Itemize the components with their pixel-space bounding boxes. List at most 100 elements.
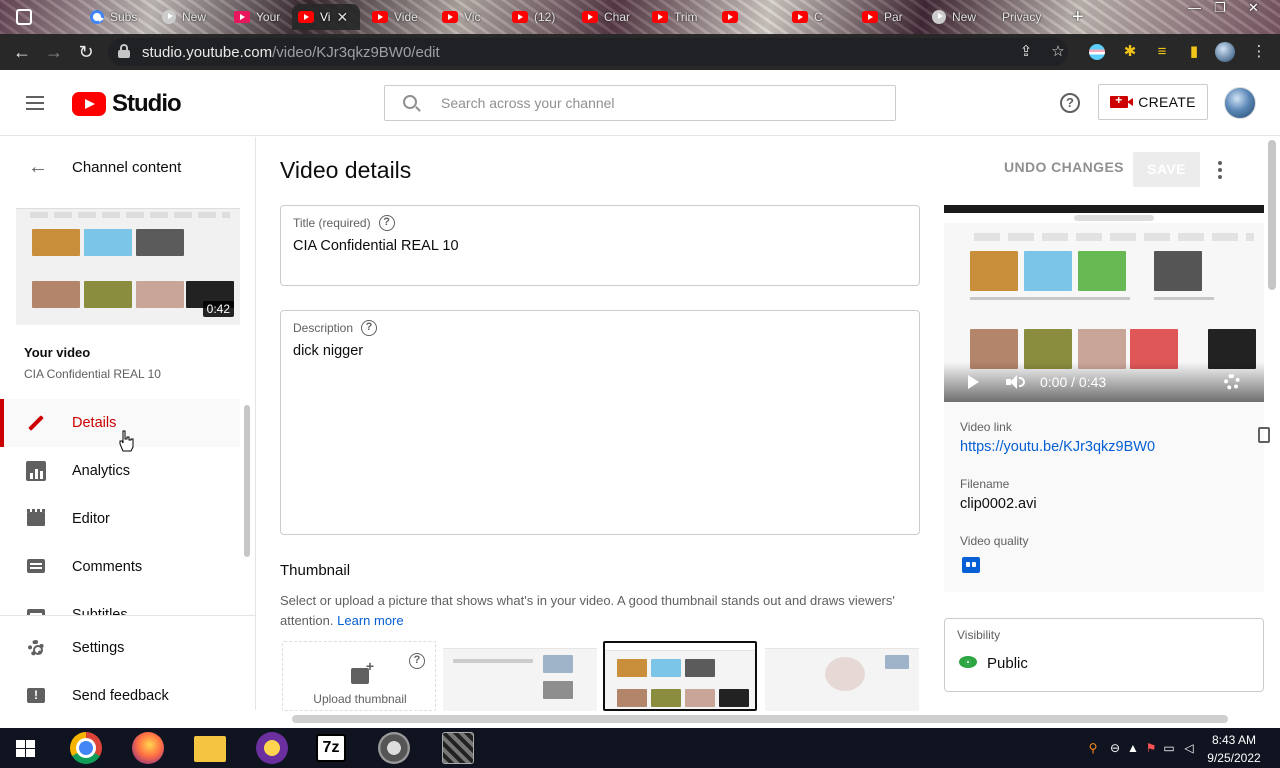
new-tab-button[interactable]: + bbox=[1072, 6, 1084, 29]
url-text[interactable]: studio.youtube.com/video/KJr3qkz9BW0/edi… bbox=[142, 44, 440, 61]
title-field[interactable]: Title (required) ? CIA Confidential REAL… bbox=[280, 205, 920, 286]
player-settings-icon[interactable] bbox=[1224, 374, 1240, 390]
minimize-button[interactable]: — bbox=[1188, 0, 1201, 18]
video-duration-badge: 0:42 bbox=[202, 301, 234, 317]
visibility-dropdown[interactable]: Visibility Public bbox=[944, 618, 1264, 692]
volume-tray-icon[interactable]: ◁ bbox=[1182, 741, 1196, 755]
page-title: Video details bbox=[280, 157, 412, 183]
vertical-scrollbar[interactable] bbox=[1268, 140, 1276, 290]
file-explorer-taskbar-icon[interactable] bbox=[194, 736, 226, 762]
title-field-label: Title (required) bbox=[293, 216, 371, 230]
browser-tab[interactable] bbox=[716, 4, 782, 30]
hamburger-menu-icon[interactable] bbox=[26, 96, 46, 110]
browser-tab[interactable]: C bbox=[786, 4, 852, 30]
7zip-taskbar-icon[interactable]: 7z bbox=[316, 734, 346, 762]
description-input[interactable]: dick nigger bbox=[293, 343, 363, 359]
copy-icon[interactable] bbox=[1258, 427, 1270, 443]
lock-icon[interactable] bbox=[118, 44, 130, 58]
display-tray-icon[interactable]: ▭ bbox=[1162, 741, 1176, 755]
network-tray-icon[interactable]: ▲ bbox=[1126, 741, 1140, 755]
firefox-taskbar-icon[interactable] bbox=[132, 732, 164, 764]
chrome-taskbar-icon[interactable] bbox=[70, 732, 102, 764]
help-circle-icon[interactable]: ? bbox=[378, 215, 395, 231]
play-icon[interactable] bbox=[968, 375, 979, 389]
browser-menu-icon[interactable] bbox=[16, 9, 32, 25]
thumbnail-option[interactable] bbox=[765, 641, 919, 711]
subtitles-icon bbox=[26, 607, 46, 615]
analytics-icon bbox=[26, 461, 46, 481]
browser-tab[interactable]: (12) bbox=[506, 4, 572, 30]
browser-tab[interactable]: Privacy bbox=[996, 4, 1066, 30]
clock-date[interactable]: 9/25/2022 bbox=[1200, 751, 1268, 765]
clock-time[interactable]: 8:43 AM bbox=[1200, 733, 1268, 747]
help-icon[interactable]: ? bbox=[1060, 93, 1080, 113]
horizontal-scrollbar[interactable] bbox=[292, 715, 1228, 723]
video-thumbnail-preview[interactable]: 0:42 bbox=[16, 199, 240, 325]
restore-button[interactable]: ❐ bbox=[1214, 0, 1226, 18]
browser-tab[interactable]: Subs bbox=[84, 4, 154, 30]
search-icon[interactable] bbox=[403, 95, 417, 109]
thumbnail-option-selected[interactable] bbox=[603, 641, 757, 711]
browser-tab[interactable]: Trim bbox=[646, 4, 714, 30]
browser-tab[interactable]: Vide bbox=[366, 4, 434, 30]
save-button[interactable]: SAVE bbox=[1133, 152, 1200, 187]
windows-start-icon[interactable] bbox=[16, 740, 36, 758]
create-button[interactable]: CREATE bbox=[1098, 84, 1208, 120]
channel-content-label[interactable]: Channel content bbox=[72, 159, 181, 176]
browser-tab[interactable]: Char bbox=[576, 4, 642, 30]
video-link[interactable]: https://youtu.be/KJr3qkz9BW0 bbox=[960, 439, 1155, 455]
help-circle-icon[interactable]: ? bbox=[409, 653, 425, 669]
forward-icon[interactable]: → bbox=[44, 42, 64, 62]
channel-search[interactable] bbox=[384, 85, 896, 121]
search-input[interactable] bbox=[441, 86, 881, 120]
sidebar-item-subtitles[interactable]: Subtitles bbox=[0, 591, 240, 615]
browser-profile-avatar[interactable] bbox=[1215, 42, 1235, 62]
help-circle-icon[interactable]: ? bbox=[361, 320, 378, 336]
close-tab-icon[interactable]: ✕ bbox=[336, 9, 348, 26]
learn-more-link[interactable]: Learn more bbox=[337, 613, 403, 628]
studio-logo[interactable]: Studio bbox=[72, 90, 182, 118]
thumbnail-option[interactable] bbox=[443, 641, 597, 711]
browser-tab[interactable]: Vic bbox=[436, 4, 502, 30]
search-tray-icon[interactable]: ⚲ bbox=[1086, 741, 1100, 755]
account-avatar[interactable] bbox=[1224, 87, 1256, 119]
extensions-puzzle-icon[interactable]: ✱ bbox=[1121, 44, 1139, 60]
youtube-icon bbox=[722, 11, 738, 23]
playlist-icon[interactable]: ≡ bbox=[1153, 44, 1171, 60]
sidebar-item-analytics[interactable]: Analytics bbox=[0, 447, 240, 495]
more-options-icon[interactable] bbox=[1216, 161, 1224, 179]
star-icon[interactable]: ☆ bbox=[1049, 44, 1067, 60]
browser-tab[interactable]: New bbox=[926, 4, 992, 30]
browser-tab[interactable]: Your bbox=[228, 4, 290, 30]
media-player-taskbar-icon[interactable] bbox=[378, 732, 410, 764]
trojan-app-taskbar-icon[interactable] bbox=[442, 732, 474, 764]
sidepanel-icon[interactable]: ▮ bbox=[1185, 44, 1203, 60]
close-window-button[interactable]: ✕ bbox=[1248, 0, 1259, 18]
share-icon[interactable]: ⇪ bbox=[1017, 44, 1035, 60]
description-field[interactable]: Description ? dick nigger bbox=[280, 310, 920, 535]
upload-thumbnail-button[interactable]: ? Upload thumbnail bbox=[282, 641, 436, 711]
browser-menu-kebab-icon[interactable]: ⋮ bbox=[1250, 44, 1268, 60]
player-controls: 0:00 / 0:43 bbox=[944, 362, 1264, 402]
video-info-panel: 0:00 / 0:43 Video link https://youtu.be/… bbox=[944, 205, 1270, 592]
back-icon[interactable]: ← bbox=[12, 42, 32, 62]
browser-tab-active[interactable]: Vi ✕ bbox=[292, 4, 360, 30]
volume-icon[interactable] bbox=[1006, 375, 1025, 389]
video-player[interactable]: 0:00 / 0:43 bbox=[944, 205, 1264, 402]
undo-changes-button[interactable]: UNDO CHANGES bbox=[1004, 159, 1124, 181]
reload-icon[interactable]: ↻ bbox=[76, 42, 96, 62]
sidebar-item-send-feedback[interactable]: ! Send feedback bbox=[0, 672, 240, 720]
tray-status-icon[interactable]: ⊖ bbox=[1108, 741, 1122, 755]
browser-tab[interactable]: New bbox=[156, 4, 226, 30]
action-center-alert-icon[interactable]: ⚑ bbox=[1144, 741, 1158, 755]
profile-flag-icon[interactable] bbox=[1089, 44, 1105, 60]
sidebar-scrollbar[interactable] bbox=[244, 405, 250, 557]
browser-tab[interactable]: Par bbox=[856, 4, 924, 30]
yahoo-messenger-taskbar-icon[interactable] bbox=[256, 732, 288, 764]
sidebar-item-settings[interactable]: Settings bbox=[0, 624, 240, 672]
arrow-back-icon[interactable]: ← bbox=[28, 157, 48, 177]
sidebar-item-editor[interactable]: Editor bbox=[0, 495, 240, 543]
title-input[interactable]: CIA Confidential REAL 10 bbox=[293, 238, 459, 254]
sidebar-item-comments[interactable]: Comments bbox=[0, 543, 240, 591]
channel-content-back-row[interactable]: ← Channel content bbox=[0, 137, 255, 197]
